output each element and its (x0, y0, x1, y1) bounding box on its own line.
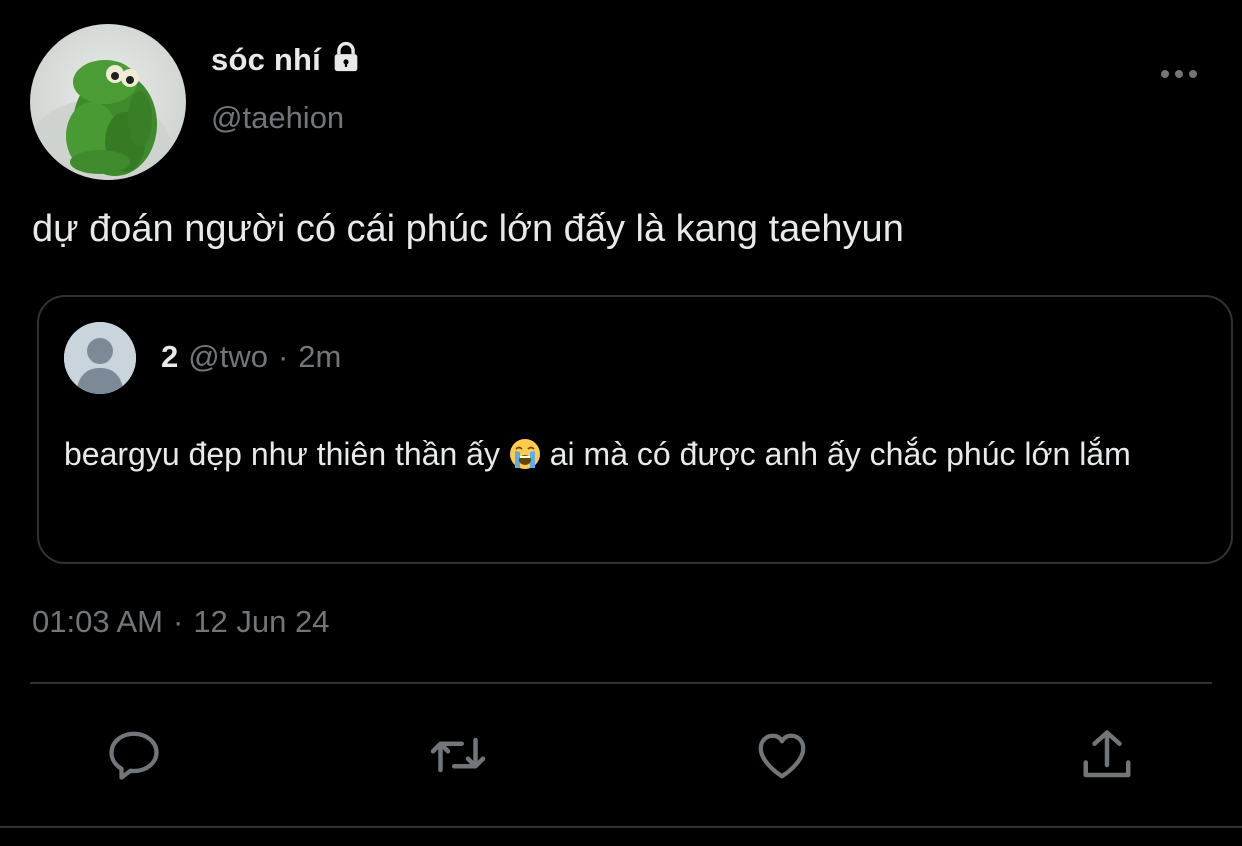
quoted-text-part-2: ai mà có được anh ấy chắc phúc lớn lắm (540, 436, 1131, 472)
kermit-frog-avatar (30, 60, 170, 180)
author-handle[interactable]: @taehion (211, 100, 344, 136)
reply-button[interactable] (104, 725, 164, 785)
loudly-crying-face-emoji (509, 436, 541, 469)
author-avatar[interactable] (30, 24, 186, 180)
bottom-divider (0, 826, 1242, 828)
lock-icon (329, 40, 363, 74)
separator-dot: · (277, 339, 289, 374)
retweet-icon (430, 737, 486, 773)
author-name-row: sóc nhí (211, 38, 363, 82)
retweet-button[interactable] (428, 725, 488, 785)
quoted-author-avatar[interactable] (64, 322, 136, 394)
quoted-tweet-age: 2m (298, 339, 342, 374)
tweet-text: dự đoán người có cái phúc lớn đấy là kan… (32, 208, 904, 250)
heart-icon (758, 733, 806, 779)
quoted-author-name[interactable]: 2 (161, 339, 178, 375)
separator-dot: · (172, 604, 184, 639)
more-options-icon[interactable] (1158, 63, 1200, 85)
quoted-tweet-text: beargyu đẹp như thiên thần ấy ai mà có đ… (64, 431, 1174, 478)
quoted-text-part-1: beargyu đẹp như thiên thần ấy (64, 436, 509, 472)
tweet-date: 12 Jun 24 (193, 604, 330, 639)
default-user-avatar (64, 322, 136, 394)
share-icon (1083, 730, 1131, 778)
tweet-time: 01:03 AM (32, 604, 163, 639)
quoted-author-handle[interactable]: @two (188, 339, 268, 375)
tweet-timestamp[interactable]: 01:03 AM · 12 Jun 24 (32, 604, 329, 640)
actions-divider (30, 682, 1212, 684)
like-button[interactable] (752, 725, 812, 785)
author-display-name[interactable]: sóc nhí (211, 42, 321, 78)
quoted-tweet-card[interactable]: 2 @two · 2m beargyu đẹp như thiên thần ấ… (37, 295, 1233, 564)
share-button[interactable] (1077, 725, 1137, 785)
quoted-tweet-header: 2 @two · 2m (161, 339, 341, 375)
reply-icon (109, 731, 159, 780)
